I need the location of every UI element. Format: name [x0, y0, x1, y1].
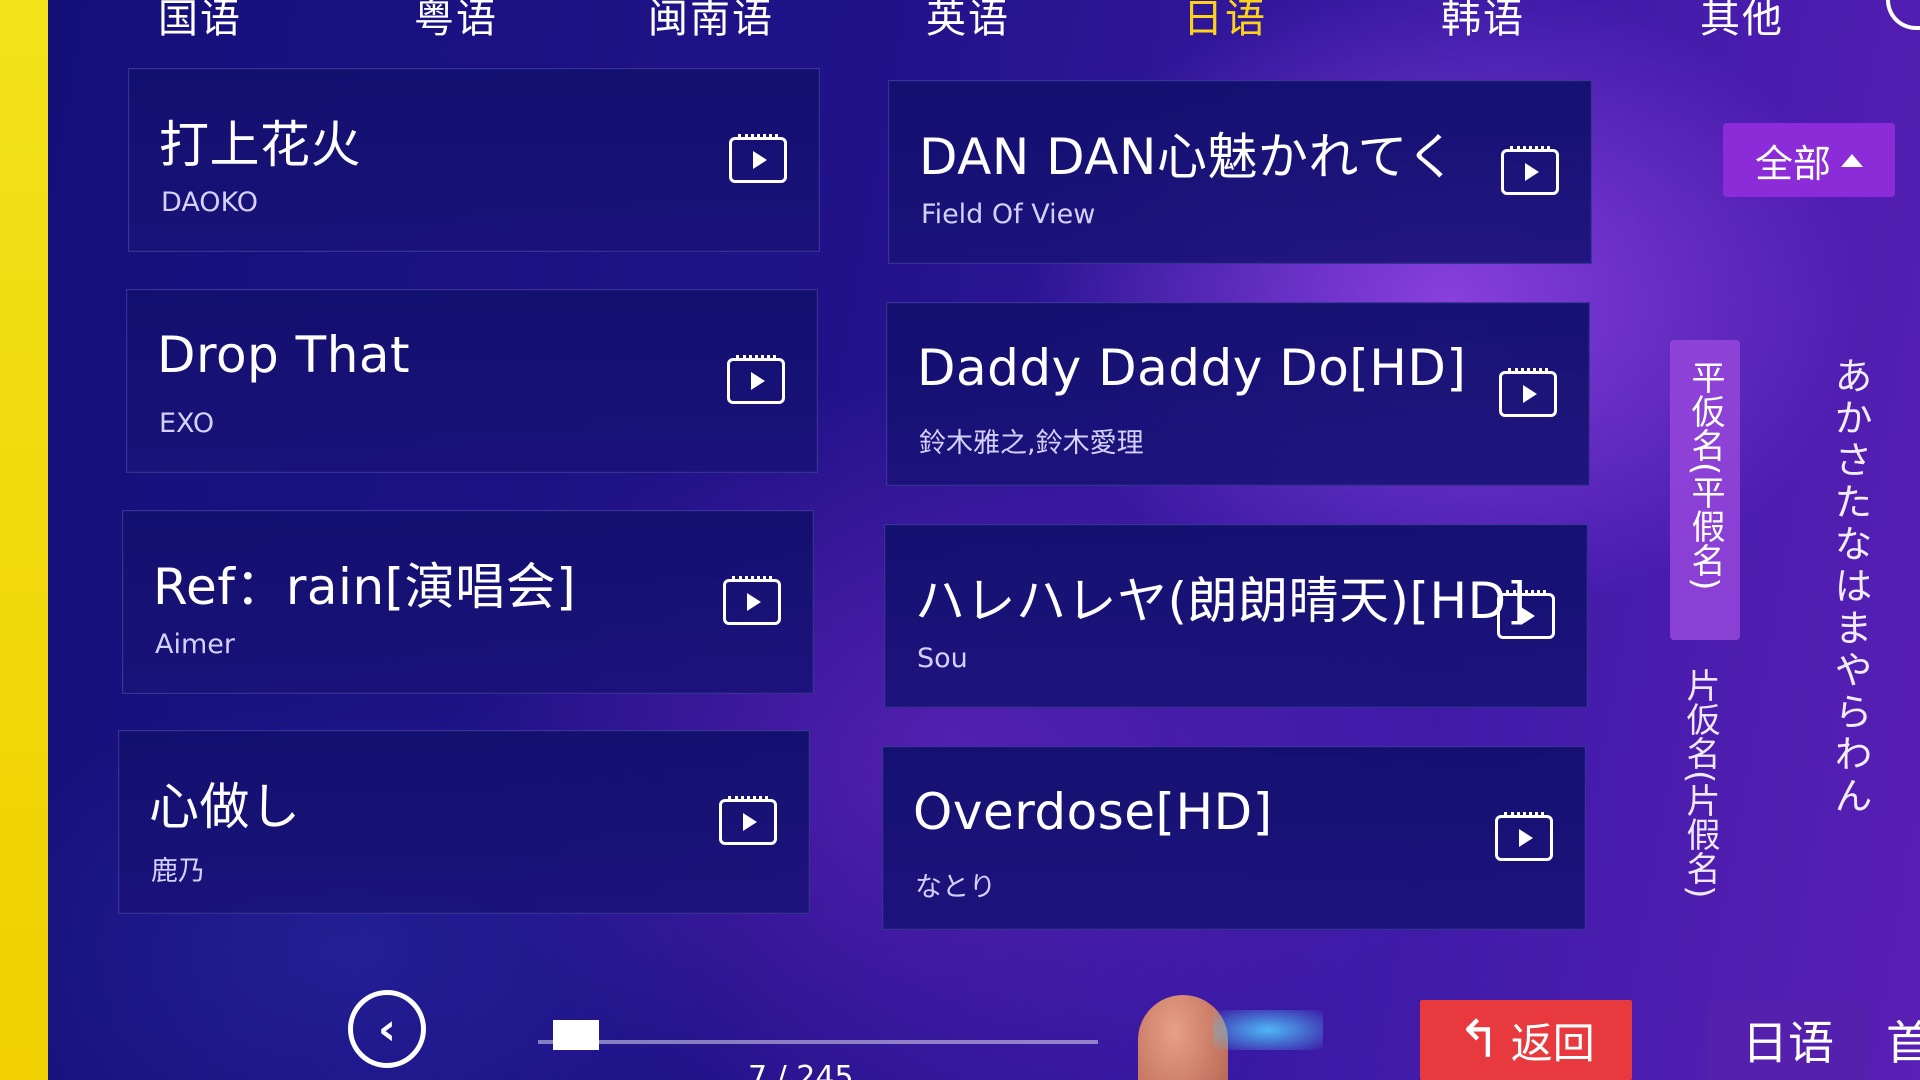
language-tabs: 国语 粤语 闽南语 英语 日语 韩语 其他 — [48, 0, 1920, 46]
back-label: 返回 — [1510, 1018, 1595, 1068]
play-icon[interactable] — [727, 355, 785, 404]
song-card[interactable]: ハレハレヤ(朗朗晴天)[HD] Sou — [884, 524, 1588, 708]
song-artist: 鹿乃 — [151, 856, 205, 887]
tab-hokkien[interactable]: 闽南语 — [648, 0, 774, 44]
chevron-left-icon: ‹ — [377, 1003, 397, 1055]
song-artist: 鈴木雅之,鈴木愛理 — [919, 428, 1144, 459]
tab-korean[interactable]: 韩语 — [1441, 0, 1525, 44]
song-card[interactable]: 打上花火 DAOKO — [128, 68, 820, 252]
play-icon[interactable] — [719, 796, 777, 845]
play-icon[interactable] — [1499, 368, 1557, 417]
song-card[interactable]: 心做し 鹿乃 — [118, 730, 810, 914]
song-artist: Sou — [917, 643, 968, 674]
song-artist: DAOKO — [161, 187, 259, 218]
tab-other[interactable]: 其他 — [1700, 0, 1784, 44]
katakana-tab[interactable]: 片仮名(片假名) — [1680, 668, 1720, 899]
caret-up-icon — [1841, 153, 1863, 167]
karaoke-screen: 国语 粤语 闽南语 英语 日语 韩语 其他 打上花火 DAOKO Drop Th… — [48, 0, 1920, 1080]
kana-column[interactable]: あかさたなはまやらわん — [1826, 356, 1876, 818]
song-card[interactable]: Daddy Daddy Do[HD] 鈴木雅之,鈴木愛理 — [886, 302, 1590, 486]
touch-glow — [1213, 1010, 1323, 1050]
hiragana-tab-label: 平仮名(平假名) — [1685, 360, 1725, 591]
prev-page-button[interactable]: ‹ — [348, 990, 426, 1068]
song-title: 心做し — [149, 778, 301, 836]
bottom-home-tab[interactable]: 首松 — [1886, 1000, 1920, 1080]
song-card[interactable]: DAN DAN心魅かれてく Field Of View — [888, 80, 1592, 264]
all-filter-label: 全部 — [1754, 141, 1831, 186]
play-icon[interactable] — [723, 576, 781, 625]
play-icon[interactable] — [1497, 590, 1555, 639]
bottom-language-tab[interactable]: 日语 — [1708, 1000, 1868, 1080]
all-filter-button[interactable]: 全部 — [1723, 123, 1895, 197]
tab-cantonese[interactable]: 粤语 — [414, 0, 498, 44]
page-counter: 7 / 245 — [748, 1060, 854, 1080]
tab-japanese[interactable]: 日语 — [1183, 0, 1267, 44]
song-card[interactable]: Drop That EXO — [126, 289, 818, 473]
song-title: DAN DAN心魅かれてく — [919, 128, 1457, 186]
song-title: Daddy Daddy Do[HD] — [917, 339, 1467, 397]
song-artist: Aimer — [155, 629, 235, 660]
song-title: Ref：rain[演唱会] — [153, 558, 577, 616]
song-title: 打上花火 — [159, 116, 361, 174]
song-card[interactable]: Ref：rain[演唱会] Aimer — [122, 510, 814, 694]
kana-column[interactable]: いきしちにひみ りゐー — [1911, 356, 1920, 818]
screen-bezel — [0, 0, 48, 1080]
page-progress-thumb[interactable] — [553, 1020, 600, 1050]
play-icon[interactable] — [1495, 812, 1553, 861]
song-title: ハレハレヤ(朗朗晴天)[HD] — [915, 572, 1527, 630]
play-icon[interactable] — [729, 134, 787, 183]
page-progress-track[interactable] — [538, 1040, 1098, 1044]
tab-english[interactable]: 英语 — [926, 0, 1010, 44]
back-button[interactable]: ↰ 返回 — [1420, 1000, 1632, 1080]
song-title: Overdose[HD] — [913, 783, 1273, 841]
play-icon[interactable] — [1501, 146, 1559, 195]
song-artist: Field Of View — [921, 199, 1096, 230]
search-icon[interactable] — [1886, 0, 1920, 30]
song-artist: EXO — [159, 408, 215, 439]
song-card[interactable]: Overdose[HD] なとり — [882, 746, 1586, 930]
song-title: Drop That — [157, 326, 411, 384]
tab-mandarin[interactable]: 国语 — [158, 0, 242, 44]
song-artist: なとり — [915, 872, 996, 903]
back-arrow-icon: ↰ — [1457, 1010, 1501, 1070]
